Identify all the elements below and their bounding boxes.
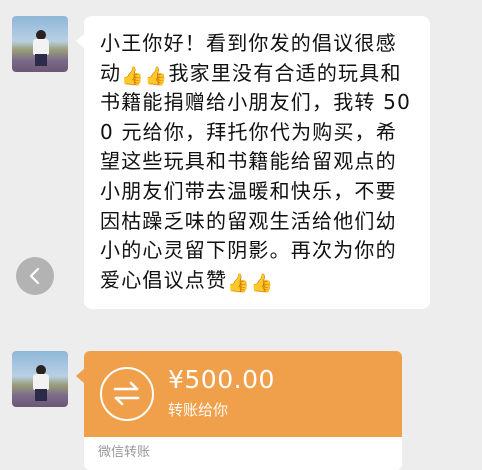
- back-button[interactable]: [16, 257, 54, 295]
- thumbs-up-icon: 👍: [227, 272, 251, 294]
- transfer-arrows-icon: [100, 367, 154, 421]
- message-body: 具和书籍能捐赠给小朋友们，我转 500 元给你，拜托你代为购买，希望这些玩具和书…: [100, 60, 412, 292]
- thumbs-up-icon: 👍: [144, 65, 169, 87]
- avatar-figure-legs: [35, 54, 47, 66]
- transfer-card-footer: 微信转账: [84, 437, 402, 470]
- transfer-amount: ¥500.00: [168, 365, 275, 394]
- chevron-left-icon: [29, 267, 40, 285]
- avatar-figure-torso: [33, 374, 49, 390]
- message-bubble[interactable]: 小王你好！看到你发的倡议很感动👍👍我家里没有合适的玩具和书籍能捐赠给小朋友们，我…: [76, 16, 430, 310]
- transfer-subtitle: 转账给你: [168, 401, 229, 419]
- transfer-footer-label: 微信转账: [98, 445, 151, 460]
- sender-avatar[interactable]: [12, 351, 68, 407]
- avatar-figure-torso: [33, 39, 49, 55]
- transfer-card-tail: [76, 369, 84, 383]
- transfer-card-header: ¥500.00 转账给你: [84, 351, 402, 437]
- avatar-figure-legs: [35, 389, 47, 401]
- message-line-2-suffix: 我家里没有合适的玩: [168, 60, 360, 85]
- thumbs-up-icon: 👍: [250, 272, 275, 294]
- transfer-card[interactable]: ¥500.00 转账给你 微信转账: [84, 351, 402, 470]
- message-last-word: 赞: [206, 267, 228, 292]
- message-text: 小王你好！看到你发的倡议很感动👍👍我家里没有合适的玩具和书籍能捐赠给小朋友们，我…: [100, 29, 416, 295]
- thumbs-up-icon: 👍: [121, 65, 145, 87]
- message-line-1: 小王你好！看到你发的倡议很: [100, 31, 376, 55]
- sender-avatar[interactable]: [12, 16, 68, 72]
